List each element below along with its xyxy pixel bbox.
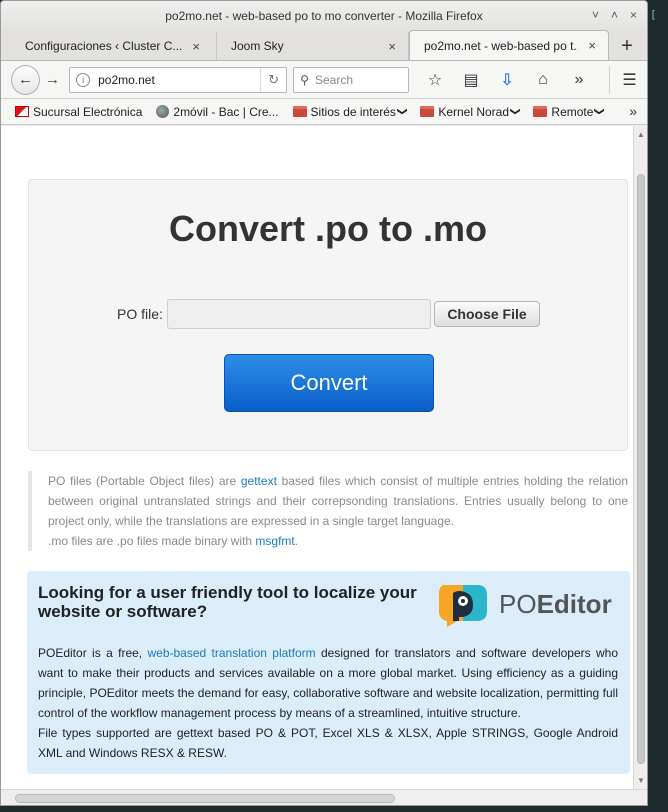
bookmark-2movil[interactable]: 2móvil - Bac | Cre... xyxy=(156,104,279,119)
reading-list-icon[interactable]: ▤ xyxy=(455,66,487,94)
chevron-down-icon: ❯ xyxy=(509,107,521,116)
scroll-down-icon[interactable]: ▼ xyxy=(637,776,645,785)
po-file-label: PO file: xyxy=(117,306,163,322)
globe-icon xyxy=(156,105,170,118)
tab-close-icon[interactable]: × xyxy=(388,39,396,54)
tab-label: Joom Sky xyxy=(231,39,284,53)
bookmark-label: Kernel Norad xyxy=(438,104,510,119)
bookmark-label: Sucursal Electrónica xyxy=(33,104,143,119)
file-path-field[interactable] xyxy=(167,299,431,329)
logo-text-po: PO xyxy=(499,588,537,619)
chevron-down-icon: ❯ xyxy=(594,107,606,116)
tab-strip: Configuraciones ‹ Cluster C... × Joom Sk… xyxy=(1,30,647,61)
tab-po2mo[interactable]: po2mo.net - web-based po t... × xyxy=(409,30,609,60)
url-bar[interactable]: i po2mo.net ↻ xyxy=(69,66,288,93)
bookmark-sucursal[interactable]: Sucursal Electrónica xyxy=(15,105,142,119)
background-terminal-text: [ xyxy=(650,8,657,21)
promo-paragraph-2: File types supported are gettext based P… xyxy=(38,726,618,760)
page-title: Convert .po to .mo xyxy=(169,208,487,249)
promo-text: POEditor is a free, xyxy=(38,646,148,660)
promo-body: POEditor is a free, web-based translatio… xyxy=(38,643,618,763)
firefox-window: po2mo.net - web-based po to mo converter… xyxy=(0,0,648,806)
back-button[interactable]: ← xyxy=(11,64,41,95)
search-placeholder: Search xyxy=(314,72,353,87)
navigation-toolbar: ← → i po2mo.net ↻ ⚲ Search ☆ ▤ ⇩ ⌂ » ☰ xyxy=(1,61,647,99)
horizontal-scroll-thumb[interactable] xyxy=(15,794,395,803)
title-bar: po2mo.net - web-based po to mo converter… xyxy=(1,1,647,31)
reload-icon[interactable]: ↻ xyxy=(260,67,286,92)
folder-icon xyxy=(420,106,435,117)
search-icon: ⚲ xyxy=(300,72,309,87)
description-paragraph-2: .mo files are .po files made binary with… xyxy=(48,531,628,551)
forward-arrow-icon: → xyxy=(45,71,61,88)
choose-file-button[interactable]: Choose File xyxy=(434,301,540,327)
bookmark-folder-remote[interactable]: Remote ❯ xyxy=(533,104,606,119)
gettext-link[interactable]: gettext xyxy=(241,474,277,488)
description-text: . xyxy=(294,534,299,548)
msgfmt-link[interactable]: msgfmt xyxy=(255,534,294,548)
minimize-icon[interactable]: ˅ xyxy=(592,8,599,22)
vertical-scroll-thumb[interactable] xyxy=(637,174,645,764)
description-text: PO files (Portable Object files) are xyxy=(48,474,241,488)
bookmark-star-icon[interactable]: ☆ xyxy=(419,66,451,94)
bookmark-label: 2móvil - Bac | Cre... xyxy=(173,104,279,119)
vertical-scrollbar[interactable]: ▲ ▼ xyxy=(633,126,647,789)
tab-label: po2mo.net - web-based po t... xyxy=(424,38,579,53)
logo-text-editor: Editor xyxy=(536,588,612,619)
scroll-up-icon[interactable]: ▲ xyxy=(637,130,645,139)
hamburger-menu-icon[interactable]: ☰ xyxy=(609,65,641,94)
search-input[interactable]: ⚲ Search xyxy=(293,66,409,93)
promo-title: Looking for a user friendly tool to loca… xyxy=(38,583,417,621)
poeditor-logo[interactable]: POEditor xyxy=(437,581,612,627)
poeditor-logo-text: POEditor xyxy=(499,589,612,620)
bookmark-label: Sitios de interés xyxy=(310,104,396,119)
translation-platform-link[interactable]: web-based translation platform xyxy=(147,646,315,660)
close-window-icon[interactable]: × xyxy=(630,8,637,22)
poeditor-promo-box: Looking for a user friendly tool to loca… xyxy=(27,571,630,774)
info-icon[interactable]: i xyxy=(76,72,91,87)
toolbar-icons: ☆ ▤ ⇩ ⌂ » ☰ xyxy=(419,65,641,94)
overflow-chevron-icon[interactable]: » xyxy=(563,66,595,94)
url-text[interactable]: po2mo.net xyxy=(98,73,260,87)
promo-paragraph-1: POEditor is a free, web-based translatio… xyxy=(38,643,618,723)
bookmarks-overflow-icon[interactable]: » xyxy=(629,103,637,119)
forward-button[interactable]: → xyxy=(40,67,65,93)
description-paragraph-1: PO files (Portable Object files) are get… xyxy=(48,471,628,531)
horizontal-scrollbar[interactable] xyxy=(1,789,647,805)
folder-icon xyxy=(533,106,548,117)
window-title: po2mo.net - web-based po to mo converter… xyxy=(165,9,483,23)
tab-joom-sky[interactable]: Joom Sky × xyxy=(217,32,409,60)
window-controls: ˅ ˄ × xyxy=(592,8,637,22)
new-tab-button[interactable]: + xyxy=(609,32,645,60)
tab-close-icon[interactable]: × xyxy=(588,38,596,53)
chevron-down-icon: ❯ xyxy=(396,107,408,116)
sucursal-icon xyxy=(15,106,29,117)
bookmark-folder-kernel[interactable]: Kernel Norad ❯ xyxy=(420,104,521,119)
convert-button[interactable]: Convert xyxy=(224,354,434,412)
tab-close-icon[interactable]: × xyxy=(192,39,200,54)
tab-configuraciones[interactable]: Configuraciones ‹ Cluster C... × xyxy=(11,32,217,60)
converter-form-panel: Convert .po to .mo PO file: Choose File … xyxy=(28,179,628,451)
bookmark-label: Remote xyxy=(551,104,594,119)
tab-label: Configuraciones ‹ Cluster C... xyxy=(25,39,183,53)
download-icon[interactable]: ⇩ xyxy=(491,66,523,94)
bookmarks-toolbar: Sucursal Electrónica 2móvil - Bac | Cre.… xyxy=(1,99,647,125)
page-viewport: Convert .po to .mo PO file: Choose File … xyxy=(1,126,647,789)
folder-icon xyxy=(292,106,307,117)
poeditor-logo-icon xyxy=(439,585,487,627)
back-arrow-icon: ← xyxy=(18,71,33,88)
home-icon[interactable]: ⌂ xyxy=(527,66,559,94)
description-text: .mo files are .po files made binary with xyxy=(48,534,256,548)
po-description: PO files (Portable Object files) are get… xyxy=(28,471,628,551)
bookmark-folder-sitios[interactable]: Sitios de interés ❯ xyxy=(292,104,408,119)
maximize-icon[interactable]: ˄ xyxy=(611,8,618,22)
